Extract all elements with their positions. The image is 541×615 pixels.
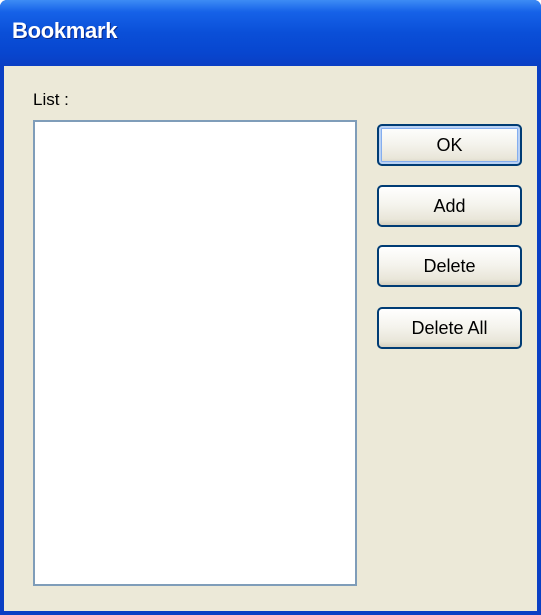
- delete-button[interactable]: Delete: [377, 245, 522, 287]
- ok-button[interactable]: OK: [377, 124, 522, 166]
- title-bar[interactable]: Bookmark: [0, 0, 541, 66]
- add-button[interactable]: Add: [377, 185, 522, 227]
- delete-all-button[interactable]: Delete All: [377, 307, 522, 349]
- window-title: Bookmark: [12, 18, 118, 43]
- bookmark-dialog: Bookmark List : OK Add Delete Delete All: [0, 0, 541, 615]
- list-label: List :: [33, 90, 69, 109]
- bookmark-listbox[interactable]: [33, 120, 357, 586]
- dialog-body: List : OK Add Delete Delete All: [4, 66, 537, 611]
